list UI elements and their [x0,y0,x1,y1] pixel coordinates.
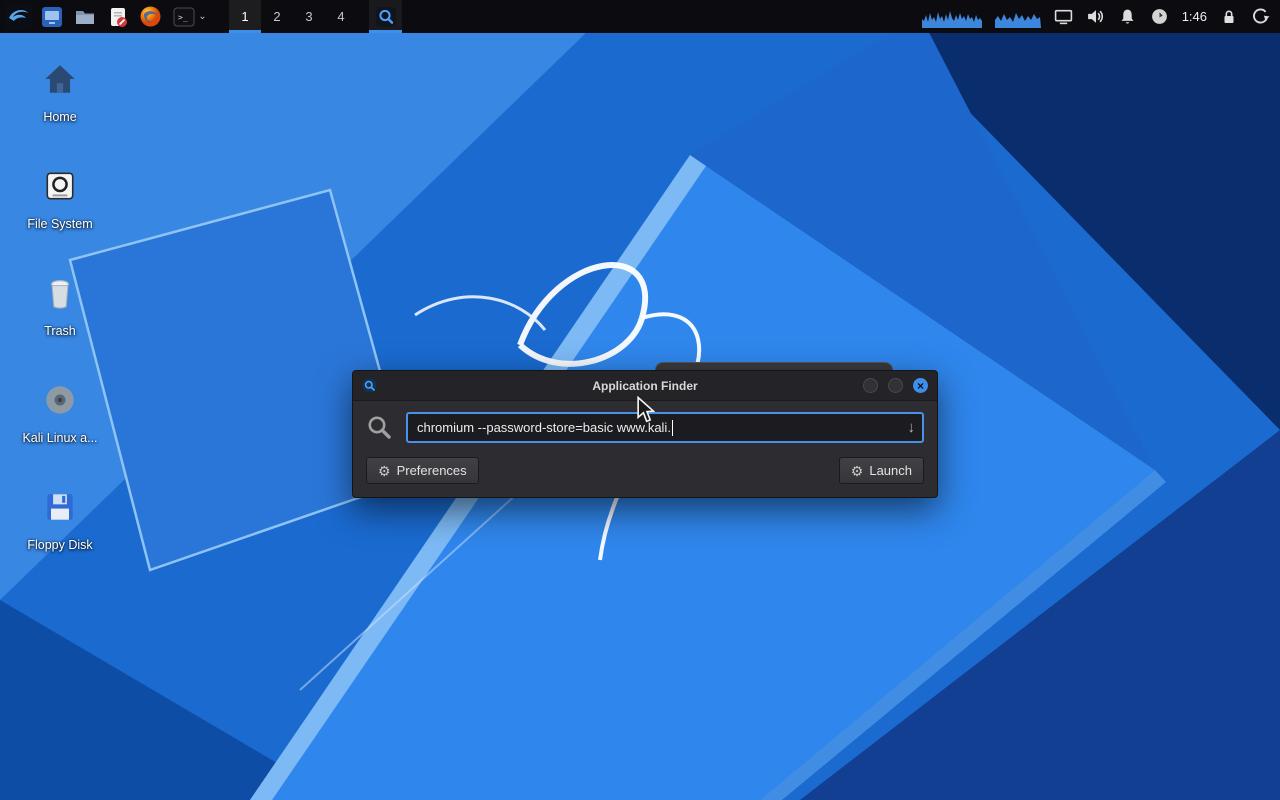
cpu-graph[interactable] [922,6,982,28]
mouse-cursor [636,396,655,424]
file-manager-icon [41,6,63,28]
window-title: Application Finder [353,379,937,393]
lock-icon[interactable] [1220,8,1238,26]
volume-icon[interactable] [1086,7,1105,26]
file-manager-launcher[interactable] [35,0,68,33]
dialog-button-row: ⚙ Preferences ⚙ Launch [353,449,937,497]
close-icon: × [917,380,924,392]
panel-left-cluster: >_ ⌄ 1 2 3 4 [0,0,402,33]
preferences-button[interactable]: ⚙ Preferences [366,457,479,484]
file-system-icon [42,165,78,207]
disc-icon [41,379,79,421]
desktop-icon-column: Home File System Trash [6,48,114,583]
floppy-icon [42,486,78,528]
desktop-icon-label: File System [27,217,92,231]
app-finder-window-icon [362,378,377,393]
folder-launcher[interactable] [68,0,101,33]
firefox-launcher[interactable] [134,0,167,33]
maximize-button[interactable] [888,378,903,393]
home-icon [42,58,78,100]
workspace-3-label: 3 [305,9,312,24]
dropdown-arrow-icon[interactable]: ↓ [900,420,916,435]
window-controls: × [863,378,928,393]
taskbar-application-finder[interactable] [369,0,402,33]
workspace-button-1[interactable]: 1 [229,0,261,33]
desktop-icon-trash[interactable]: Trash [6,262,114,369]
application-finder-window: Application Finder × chromium --password… [352,370,938,498]
desktop: >_ ⌄ 1 2 3 4 [0,0,1280,800]
session-power-icon[interactable] [1251,7,1270,26]
search-icon [366,414,393,441]
workspace-button-3[interactable]: 3 [293,0,325,33]
display-tray-icon[interactable] [1054,7,1073,26]
desktop-icon-kali-cd[interactable]: Kali Linux a... [6,369,114,476]
workspace-4-label: 4 [337,9,344,24]
minimize-button[interactable] [863,378,878,393]
text-caret [672,420,673,436]
terminal-icon: >_ [173,6,195,28]
kali-menu-icon [5,3,32,30]
preferences-label: Preferences [397,463,467,478]
workspace-button-4[interactable]: 4 [325,0,357,33]
desktop-icon-floppy[interactable]: Floppy Disk [6,476,114,583]
network-graph[interactable] [995,6,1041,28]
preferences-gear-icon: ⚙ [378,464,391,478]
workspace-button-2[interactable]: 2 [261,0,293,33]
launch-button[interactable]: ⚙ Launch [839,457,924,484]
launch-icon: ⚙ [851,464,864,478]
search-input[interactable]: chromium --password-store=basic www.kali… [406,412,924,443]
firefox-icon [139,5,162,28]
workspace-1-label: 1 [241,9,248,24]
svg-text:>_: >_ [178,13,188,22]
desktop-icon-home[interactable]: Home [6,48,114,155]
desktop-icon-label: Floppy Disk [27,538,92,552]
desktop-icon-file-system[interactable]: File System [6,155,114,262]
desktop-icon-label: Home [43,110,76,124]
notifications-bell-icon[interactable] [1118,7,1137,26]
close-button[interactable]: × [913,378,928,393]
top-panel: >_ ⌄ 1 2 3 4 [0,0,1280,33]
panel-clock[interactable]: 1:46 [1182,9,1207,24]
search-input-text: chromium --password-store=basic www.kali… [417,420,671,435]
workspace-switcher: 1 2 3 4 [229,0,357,33]
desktop-icon-label: Trash [44,324,76,338]
terminal-launcher[interactable]: >_ ⌄ [167,0,213,33]
applications-menu-button[interactable] [2,0,35,33]
panel-right-cluster: 1:46 [922,0,1280,33]
desktop-icon-label: Kali Linux a... [22,431,97,445]
trash-icon [42,272,78,314]
text-editor-icon [107,6,129,28]
text-editor-launcher[interactable] [101,0,134,33]
workspace-2-label: 2 [273,9,280,24]
folder-icon [74,6,96,28]
app-finder-task-icon [375,6,397,28]
terminal-dropdown-icon[interactable]: ⌄ [198,11,206,22]
tray-orb-icon[interactable] [1150,7,1169,26]
launch-label: Launch [869,463,912,478]
